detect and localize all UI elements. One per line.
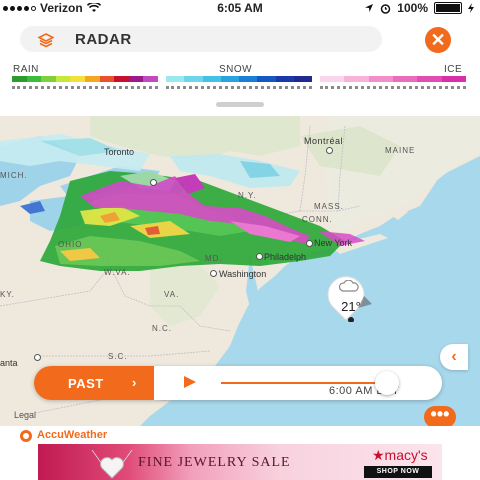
more-options-button[interactable]: ••• — [424, 404, 456, 428]
rain-color-swatch — [84, 76, 100, 82]
rain-color-swatch — [12, 76, 27, 82]
radar-header: RADAR ✕ RAIN SNOW ICE — [0, 16, 480, 116]
ad-headline: FINE JEWELRY SALE — [138, 455, 291, 470]
brand-bar: AccuWeather — [0, 426, 480, 444]
legend-rain-label: RAIN — [13, 64, 39, 75]
alarm-icon — [381, 3, 391, 14]
rain-scale-ticks — [12, 86, 158, 92]
chevron-left-icon: ‹ — [451, 348, 457, 365]
snow-color-scale — [166, 76, 312, 82]
timeline-thumb[interactable] — [374, 371, 399, 395]
snow-color-swatch — [239, 76, 258, 82]
map-label-sc: S.C. — [108, 352, 128, 361]
past-button[interactable]: PAST › — [34, 366, 154, 400]
city-dot-washington — [210, 270, 217, 277]
rain-color-swatch — [114, 76, 129, 82]
advertisement-banner[interactable]: FINE JEWELRY SALE ★macy's SHOP NOW — [38, 444, 442, 480]
map-label-ky: KY. — [0, 290, 15, 299]
past-label: PAST — [68, 376, 104, 391]
layers-icon[interactable] — [38, 32, 54, 48]
map-label-mich: MICH. — [0, 171, 28, 180]
rain-color-swatch — [26, 76, 42, 82]
snow-color-swatch — [293, 76, 312, 82]
map-label-philadelphia: Philadelph — [264, 252, 307, 262]
city-dot-new-york — [306, 240, 313, 247]
expand-panel-button[interactable]: ‹ — [440, 344, 468, 370]
ice-scale-ticks — [320, 86, 466, 92]
map-label-ohio: OHIO — [58, 240, 83, 249]
pin-temperature: 21° — [341, 299, 361, 314]
play-icon[interactable] — [184, 376, 196, 388]
map-label-new-york: New York — [314, 238, 353, 248]
timeline-track[interactable] — [221, 382, 391, 384]
ice-color-swatch — [368, 76, 393, 82]
battery-icon — [434, 2, 462, 14]
ad-brand: ★macy's — [372, 447, 428, 463]
close-icon: ✕ — [430, 30, 446, 50]
snow-color-swatch — [166, 76, 185, 82]
battery-percent: 100% — [397, 1, 428, 15]
map-label-mass: MASS. — [314, 202, 344, 211]
accuweather-logo-icon — [20, 430, 32, 442]
map-label-toronto: Toronto — [104, 147, 135, 157]
drawer-handle[interactable] — [216, 102, 264, 107]
rain-color-swatch — [41, 76, 56, 82]
snow-color-swatch — [275, 76, 294, 82]
map-label-maine: MAINE — [385, 146, 416, 155]
rain-color-swatch — [99, 76, 115, 82]
city-dot-toronto — [150, 179, 157, 186]
rain-color-scale — [12, 76, 158, 82]
city-dot-atlanta — [34, 354, 41, 361]
map-label-ny: N.Y. — [238, 191, 257, 200]
ice-color-swatch — [392, 76, 418, 82]
chevron-right-icon: › — [132, 375, 137, 390]
more-icon: ••• — [430, 404, 450, 424]
city-dot-philadelphia — [256, 253, 263, 260]
radar-title: RADAR — [75, 31, 132, 48]
snow-scale-ticks — [166, 86, 312, 92]
status-bar: Verizon 6:05 AM 100% — [0, 0, 480, 16]
city-dot-montreal — [326, 147, 333, 154]
rain-color-swatch — [128, 76, 144, 82]
close-button[interactable]: ✕ — [425, 27, 451, 53]
map-label-va: VA. — [164, 290, 180, 299]
rain-color-swatch — [70, 76, 85, 82]
ice-color-swatch — [344, 76, 369, 82]
snow-color-swatch — [257, 76, 276, 82]
ice-color-swatch — [441, 76, 466, 82]
rain-color-swatch — [143, 76, 158, 82]
legal-link[interactable]: Legal — [14, 410, 36, 420]
ice-color-scale — [320, 76, 466, 82]
snow-color-swatch — [202, 76, 221, 82]
map-label-md: MD. — [205, 254, 223, 263]
map-label-montreal: Montréal — [304, 136, 344, 146]
map-label-nc: N.C. — [152, 324, 172, 333]
charging-bolt-icon — [468, 3, 474, 13]
map-label-washington: Washington — [219, 269, 267, 279]
map-label-wva: W.VA. — [104, 268, 131, 277]
map-label-conn: CONN. — [302, 215, 333, 224]
legend-snow-label: SNOW — [219, 64, 253, 75]
ice-color-swatch — [417, 76, 442, 82]
map-label-atlanta: anta — [0, 358, 18, 368]
radar-playback-control: PAST › 6:00 AM EST — [34, 366, 442, 400]
snow-color-swatch — [184, 76, 203, 82]
heart-pendant-icon — [91, 450, 133, 479]
legend-ice-label: ICE — [444, 64, 463, 75]
snow-color-swatch — [220, 76, 239, 82]
cloudy-icon — [339, 280, 359, 292]
location-arrow-icon — [365, 4, 374, 12]
rain-color-swatch — [55, 76, 71, 82]
status-right: 100% — [364, 1, 474, 15]
shop-now-button[interactable]: SHOP NOW — [364, 466, 432, 478]
ice-color-swatch — [320, 76, 345, 82]
brand-name: AccuWeather — [37, 429, 108, 441]
